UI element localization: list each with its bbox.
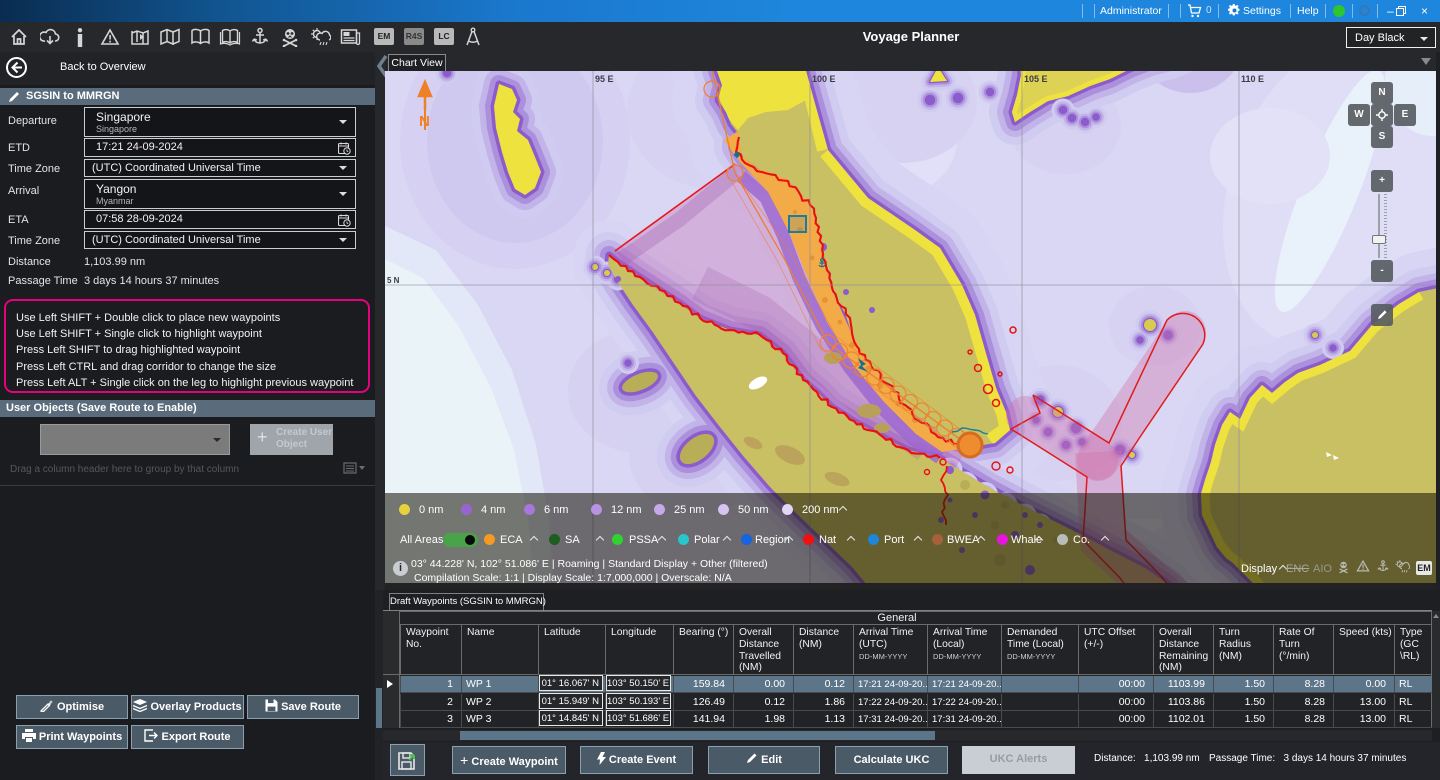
svg-text:110 E: 110 E bbox=[1241, 74, 1264, 84]
svg-text:95 E: 95 E bbox=[595, 74, 614, 84]
svg-text:105 E: 105 E bbox=[1024, 74, 1048, 84]
svg-text:100 E: 100 E bbox=[812, 74, 836, 84]
svg-text:N: N bbox=[419, 113, 430, 130]
svg-text:5 N: 5 N bbox=[387, 276, 400, 285]
